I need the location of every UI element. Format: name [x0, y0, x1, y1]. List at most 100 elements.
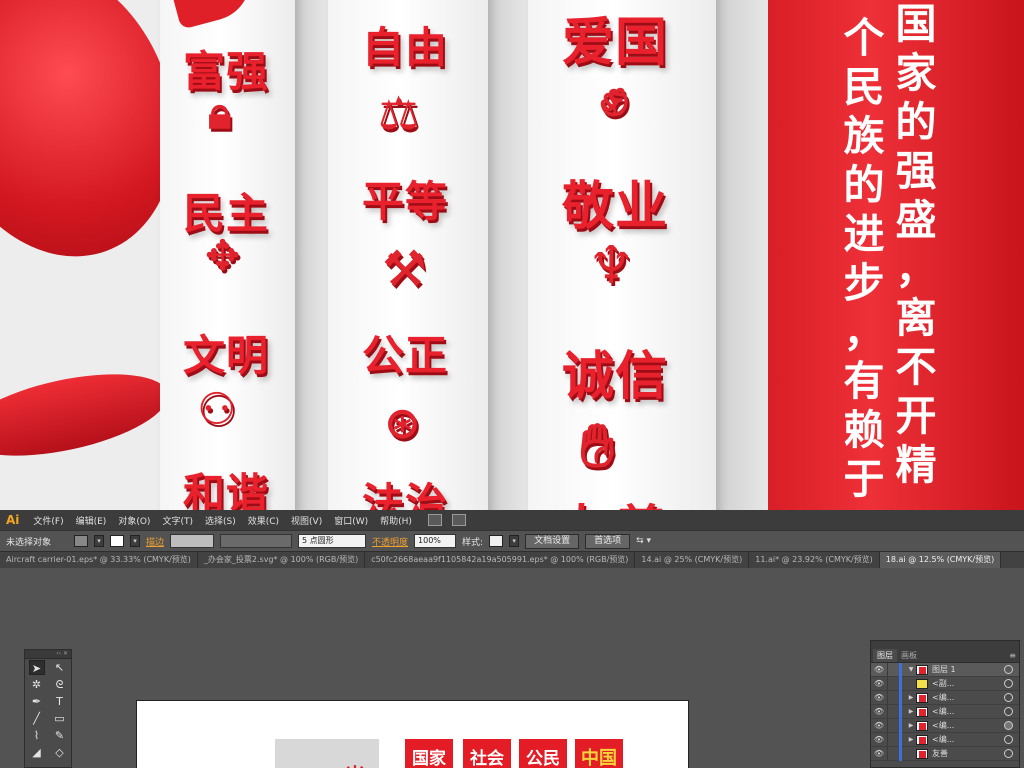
artwork-tile[interactable]: 国家 [405, 739, 453, 768]
expand-arrow-icon[interactable]: ▶ [906, 722, 916, 729]
panel-gap [716, 0, 768, 510]
target-icon[interactable] [1004, 721, 1013, 730]
layer-row[interactable]: 👁︎ ▶ <编... [871, 718, 1019, 733]
preferences-button[interactable]: 首选项 [585, 533, 631, 549]
menu-window[interactable]: 窗口(W) [328, 514, 374, 527]
tab-layers[interactable]: 图层 [873, 649, 897, 662]
bridge-icon[interactable] [427, 514, 442, 526]
stroke-label[interactable]: 描边 [146, 535, 164, 548]
type-tool-icon[interactable]: T [52, 694, 68, 709]
fill-swatch[interactable] [74, 535, 88, 547]
layer-thumbnail [916, 664, 928, 675]
expand-arrow-icon[interactable]: ▶ [906, 736, 916, 743]
layer-row[interactable]: 👁︎ ▶ <编... [871, 690, 1019, 705]
expand-arrow-icon[interactable]: ▶ [906, 694, 916, 701]
document-tab[interactable]: Aircraft carrier-01.eps* @ 33.33% (CMYK/… [0, 552, 198, 568]
lock-icon: 🔒︎ [208, 88, 232, 139]
layer-row[interactable]: 👁︎ 友善 [871, 746, 1019, 761]
target-icon[interactable] [1004, 749, 1013, 758]
line-tool-icon[interactable]: ╱ [29, 711, 45, 726]
layer-row[interactable]: 👁︎ ▼ 图层 1 [871, 662, 1019, 677]
document-tab[interactable]: _办会家_投票2.svg* @ 100% (RGB/预览) [198, 552, 366, 568]
layer-name[interactable]: 友善 [932, 748, 1004, 759]
menu-edit[interactable]: 编辑(E) [70, 514, 113, 527]
layer-name[interactable]: <副... [932, 678, 1004, 689]
layer-row[interactable]: 👁︎ ▶ <编... [871, 704, 1019, 719]
panel-menu-icon[interactable]: ≡ [1009, 651, 1016, 660]
eye-icon[interactable]: 👁︎ [871, 693, 887, 702]
artwork-tile[interactable]: 中国 [575, 739, 623, 768]
layer-name[interactable]: <编... [932, 720, 1004, 731]
lasso-icon[interactable]: ᘓ [52, 677, 68, 692]
variable-width-field[interactable] [220, 534, 293, 548]
menu-object[interactable]: 对象(O) [112, 514, 156, 527]
layer-name[interactable]: <编... [932, 692, 1004, 703]
magic-wand-icon[interactable]: ✲ [29, 677, 45, 692]
lock-toggle[interactable] [887, 662, 899, 677]
pen-tool-icon[interactable]: ✒ [29, 694, 45, 709]
stroke-dropdown[interactable]: ▾ [130, 535, 140, 547]
panel-gap [488, 0, 528, 510]
artwork-image[interactable]: ⺌ [275, 739, 379, 768]
tools-panel-header[interactable]: ‹‹ ✕ [25, 650, 71, 659]
eye-icon[interactable]: 👁︎ [871, 749, 887, 758]
style-swatch[interactable] [489, 535, 504, 547]
document-tab-active[interactable]: 18.ai @ 12.5% (CMYK/预览) [879, 552, 1002, 568]
eye-icon[interactable]: 👁︎ [871, 679, 887, 688]
arrange-documents-icon[interactable] [451, 514, 466, 526]
target-icon[interactable] [1004, 693, 1013, 702]
layer-row[interactable]: 👁︎ <副... [871, 676, 1019, 691]
menu-help[interactable]: 帮助(H) [374, 514, 418, 527]
document-tab[interactable]: c50fc2668aeaa9f1105842a19a505991.eps* @ … [365, 552, 636, 568]
artwork-tile[interactable]: 公民 [519, 739, 567, 768]
menu-file[interactable]: 文件(F) [27, 514, 69, 527]
opacity-label[interactable]: 不透明度 [372, 535, 408, 548]
menu-select[interactable]: 选择(S) [199, 514, 242, 527]
direct-selection-tool-icon[interactable]: ↖ [52, 660, 68, 675]
lock-toggle[interactable] [887, 718, 899, 733]
layer-row[interactable]: 👁︎ ▶ <编... [871, 732, 1019, 747]
document-tab[interactable]: 11.ai* @ 23.92% (CMYK/预览) [749, 552, 880, 568]
blob-brush-icon[interactable]: ◢ [29, 745, 45, 760]
lock-toggle[interactable] [887, 746, 899, 761]
eraser-icon[interactable]: ◇ [52, 745, 68, 760]
document-tabs: Aircraft carrier-01.eps* @ 33.33% (CMYK/… [0, 552, 1024, 568]
artwork-tile[interactable]: 社会 [463, 739, 511, 768]
expand-arrow-icon[interactable]: ▼ [906, 666, 916, 673]
target-icon[interactable] [1004, 707, 1013, 716]
eye-icon[interactable]: 👁︎ [871, 735, 887, 744]
artboard[interactable]: ⺌ 国家 社会 公民 中国 [136, 700, 689, 768]
selection-tool-icon[interactable]: ➤ [28, 660, 45, 675]
opacity-field[interactable]: 100% [414, 534, 457, 548]
lock-toggle[interactable] [887, 676, 899, 691]
eye-icon[interactable]: 👁︎ [871, 707, 887, 716]
stroke-weight-field[interactable] [170, 534, 215, 548]
value-word: 诚信 [562, 347, 669, 407]
target-icon[interactable] [1004, 735, 1013, 744]
eye-icon[interactable]: 👁︎ [871, 665, 887, 674]
lock-toggle[interactable] [887, 704, 899, 719]
target-icon[interactable] [1004, 665, 1013, 674]
eye-icon[interactable]: 👁︎ [871, 721, 887, 730]
style-dropdown[interactable]: ▾ [509, 535, 520, 547]
menu-view[interactable]: 视图(V) [285, 514, 328, 527]
document-setup-button[interactable]: 文档设置 [525, 533, 580, 549]
stroke-swatch[interactable] [110, 535, 124, 547]
menu-type[interactable]: 文字(T) [156, 514, 199, 527]
layer-name[interactable]: 图层 1 [932, 664, 1004, 675]
lock-toggle[interactable] [887, 690, 899, 705]
layer-name[interactable]: <编... [932, 734, 1004, 745]
pencil-icon[interactable]: ✎ [52, 728, 68, 743]
document-tab[interactable]: 14.ai @ 25% (CMYK/预览) [635, 552, 750, 568]
paintbrush-icon[interactable]: ⌇ [29, 728, 45, 743]
arrange-icon[interactable]: ⇆ ▾ [636, 536, 651, 546]
tab-artboards[interactable]: 画板 [897, 649, 921, 662]
layer-name[interactable]: <编... [932, 706, 1004, 717]
fill-dropdown[interactable]: ▾ [94, 535, 104, 547]
rectangle-tool-icon[interactable]: ▭ [52, 711, 68, 726]
lock-toggle[interactable] [887, 732, 899, 747]
brush-field[interactable]: 5 点圆形 [298, 534, 367, 548]
expand-arrow-icon[interactable]: ▶ [906, 708, 916, 715]
menu-effect[interactable]: 效果(C) [242, 514, 285, 527]
target-icon[interactable] [1004, 679, 1013, 688]
